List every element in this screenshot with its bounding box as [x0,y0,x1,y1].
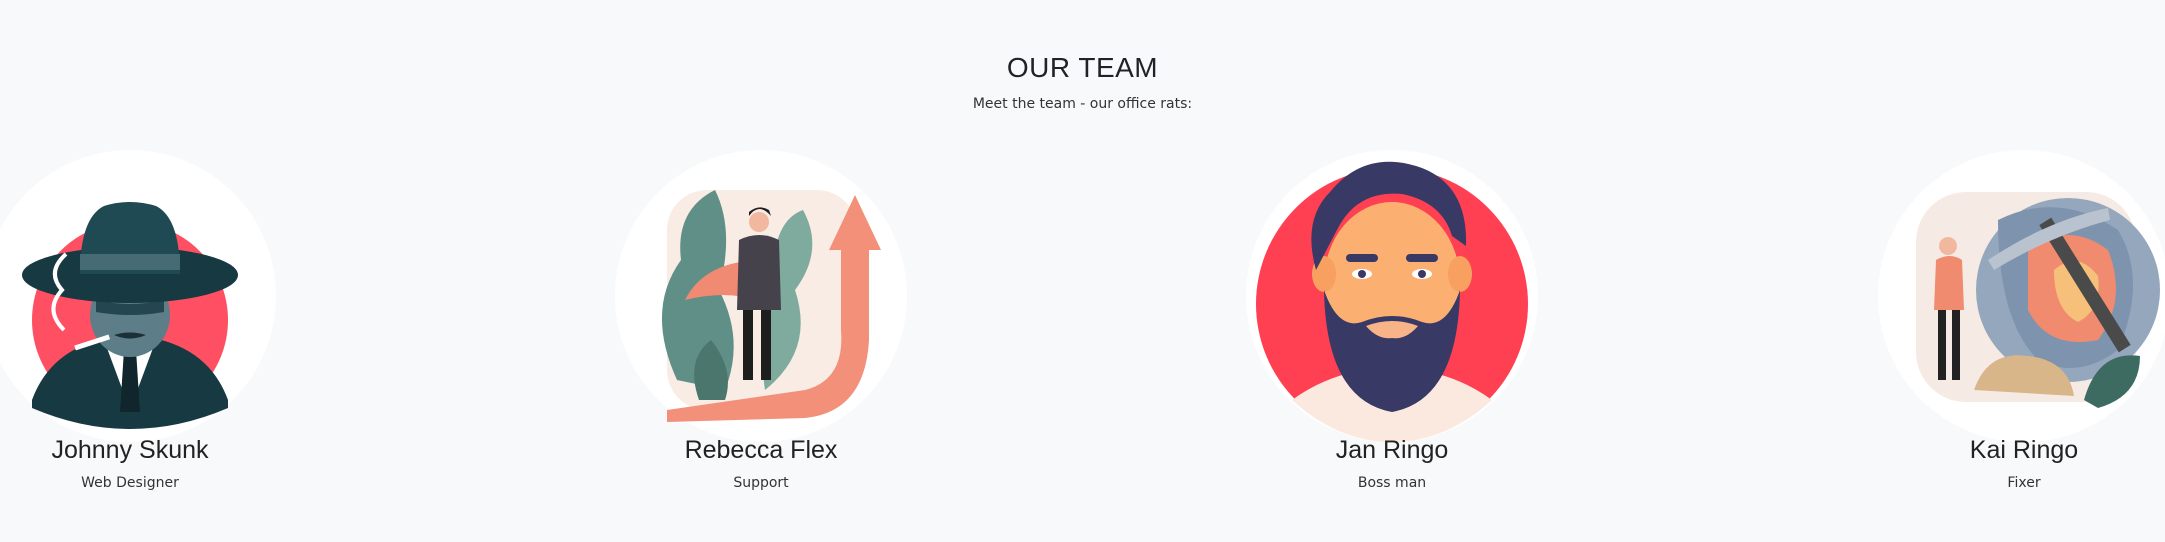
businessman-growth-avatar-icon [615,150,907,442]
section-title: OUR TEAM [1006,52,1159,83]
member-role: Boss man [1357,475,1427,491]
member-name: Jan Ringo [1335,436,1449,464]
miner-globe-avatar-icon [1878,150,2165,442]
member-name: Rebecca Flex [684,436,838,464]
section-subtitle: Meet the team - our office rats: [972,96,1193,112]
member-role: Fixer [2007,475,2041,491]
member-role: Support [733,475,789,491]
detective-avatar-icon [0,150,276,442]
member-name: Johnny Skunk [51,436,209,464]
bearded-man-avatar-icon [1246,150,1538,442]
member-name: Kai Ringo [1969,436,2079,464]
member-role: Web Designer [81,475,179,491]
